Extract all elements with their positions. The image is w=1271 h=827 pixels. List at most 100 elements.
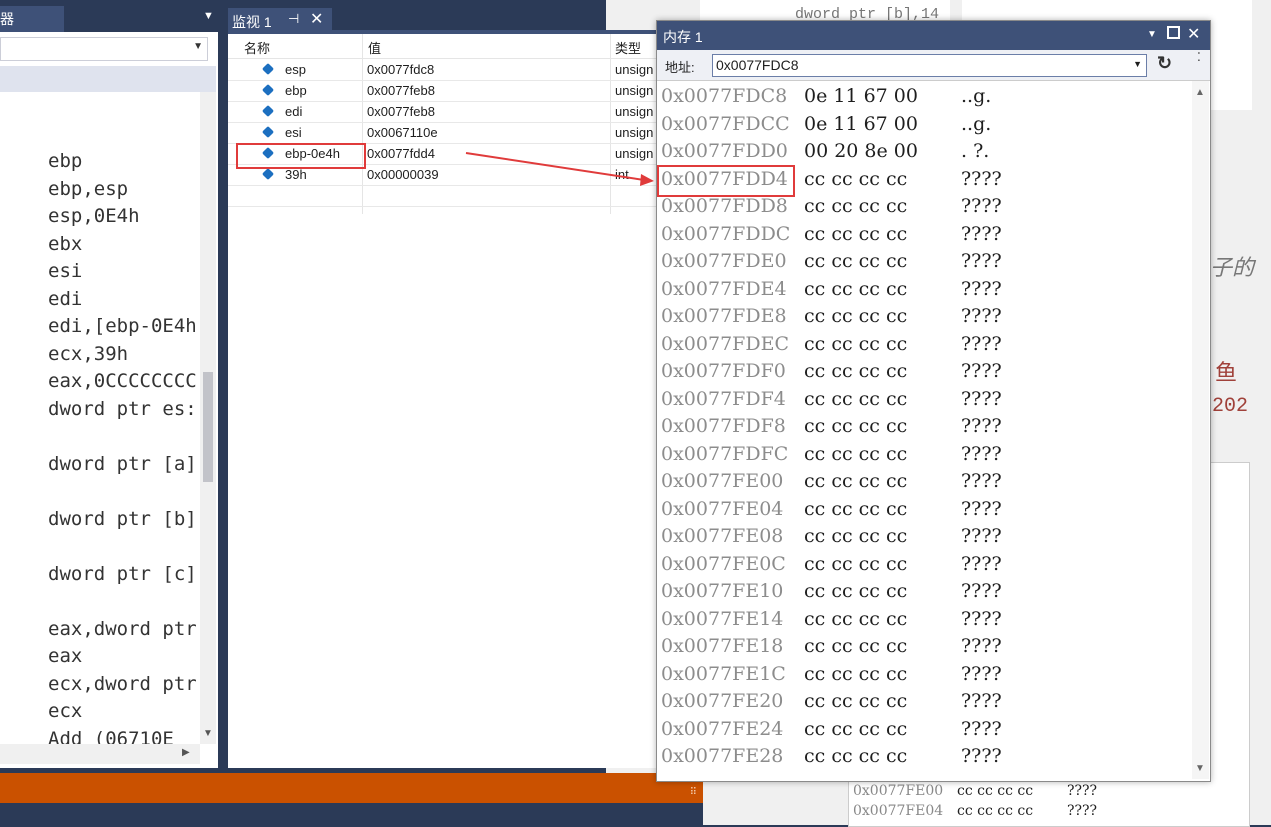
memory-row[interactable]: 0x0077FE20 cc cc cc cc???? <box>661 690 1191 717</box>
scroll-down-icon[interactable]: ▼ <box>1195 763 1205 774</box>
memory-address: 0x0077FDF0 <box>661 360 786 382</box>
address-input[interactable]: 0x0077FDC8 ▼ <box>712 54 1147 77</box>
memory-chars: ???? <box>961 277 1002 300</box>
memory-bytes[interactable]: cc cc cc cc <box>804 168 907 190</box>
memory-bytes[interactable]: cc cc cc cc <box>804 498 907 520</box>
memory-row[interactable]: 0x0077FE0C cc cc cc cc???? <box>661 553 1191 580</box>
memory-chars: ???? <box>961 662 1002 685</box>
memory-chars: ???? <box>961 607 1002 630</box>
memory-address: 0x0077FDE0 <box>661 250 787 272</box>
memory-address: 0x0077FE00 <box>661 470 784 492</box>
memory-address: 0x0077FDD8 <box>661 195 788 217</box>
memory-row[interactable]: 0x0077FE24 cc cc cc cc???? <box>661 718 1191 745</box>
memory-chars: ???? <box>961 525 1002 547</box>
memory-bytes[interactable]: cc cc cc cc <box>804 580 907 602</box>
memory-row[interactable]: 0x0077FE10 cc cc cc cc???? <box>661 580 1191 607</box>
memory-bytes[interactable]: cc cc cc cc <box>804 195 907 217</box>
overflow-icon[interactable]: ⁚ <box>1197 50 1201 64</box>
memory-address: 0x0077FE04 <box>661 497 784 520</box>
memory-row[interactable]: 0x0077FE14 cc cc cc cc???? <box>661 608 1191 635</box>
memory-window: 内存 1 ▼ ✕ 地址: 0x0077FDC8 ▼ ↻ ⁚ 0x0077FDC8… <box>656 20 1211 782</box>
memory-address: 0x0077FDE8 <box>661 305 787 327</box>
memory-bytes[interactable]: cc cc cc cc <box>804 305 907 327</box>
memory-row[interactable]: 0x0077FDF8 cc cc cc cc???? <box>661 415 1191 442</box>
memory-address: 0x0077FE1C <box>661 662 786 685</box>
memory-bytes[interactable]: cc cc cc cc <box>804 360 907 382</box>
memory-row[interactable]: 0x0077FDF0 cc cc cc cc???? <box>661 360 1191 387</box>
chevron-down-icon[interactable]: ▼ <box>1133 59 1142 69</box>
memory-bytes[interactable]: cc cc cc cc <box>804 333 907 355</box>
memory-chars: ???? <box>961 250 1002 272</box>
memory-bytes[interactable]: cc cc cc cc <box>804 250 907 272</box>
memory-row[interactable]: 0x0077FE28 cc cc cc cc???? <box>661 745 1191 772</box>
memory-chars: ???? <box>961 745 1002 767</box>
memory-row[interactable]: 0x0077FDE4 cc cc cc cc???? <box>661 278 1191 305</box>
memory-chars: ???? <box>961 497 1002 520</box>
memory-row[interactable]: 0x0077FE18 cc cc cc cc???? <box>661 635 1191 662</box>
memory-bytes[interactable]: cc cc cc cc <box>804 635 907 657</box>
memory-chars: ???? <box>961 690 1002 712</box>
memory-bytes[interactable]: cc cc cc cc <box>804 388 907 410</box>
memory-bytes[interactable]: cc cc cc cc <box>804 278 907 300</box>
memory-address: 0x0077FE08 <box>661 525 784 547</box>
memory-row[interactable]: 0x0077FE04 cc cc cc cc???? <box>661 498 1191 525</box>
bottom-chrome <box>0 803 703 825</box>
memory-chars: ???? <box>961 387 1002 410</box>
memory-row[interactable]: 0x0077FDD8 cc cc cc cc???? <box>661 195 1191 222</box>
highlight-box-memory <box>657 165 795 197</box>
memory-chars: ???? <box>961 167 1002 190</box>
memory-address: 0x0077FDDC <box>661 222 791 245</box>
refresh-icon[interactable]: ↻ <box>1157 53 1172 74</box>
memory-row[interactable]: 0x0077FDEC cc cc cc cc???? <box>661 333 1191 360</box>
memory-address: 0x0077FDEC <box>661 332 789 355</box>
memory-bytes[interactable]: cc cc cc cc <box>804 223 907 245</box>
resize-grip-icon[interactable]: ⠿ <box>690 787 697 798</box>
memory-chars: ???? <box>961 195 1002 217</box>
memory-chars: ???? <box>961 415 1002 437</box>
memory-bytes[interactable]: cc cc cc cc <box>804 443 907 465</box>
memory-address: 0x0077FE24 <box>661 717 784 740</box>
memory-chars: ???? <box>961 580 1002 602</box>
address-input-value: 0x0077FDC8 <box>716 57 799 73</box>
memory-bytes[interactable]: cc cc cc cc <box>804 690 907 712</box>
memory-chars: ???? <box>961 470 1002 492</box>
memory-address: 0x0077FE10 <box>661 580 784 602</box>
memory-bytes[interactable]: 0e 11 67 00 <box>804 113 918 135</box>
memory-chars: . ?. <box>961 140 990 162</box>
memory-bytes[interactable]: cc cc cc cc <box>804 663 907 685</box>
memory-address: 0x0077FE14 <box>661 607 784 630</box>
memory-bytes[interactable]: 0e 11 67 00 <box>804 85 918 107</box>
memory-chars: ???? <box>961 332 1002 355</box>
memory-row[interactable]: 0x0077FE1C cc cc cc cc???? <box>661 663 1191 690</box>
memory-address: 0x0077FE0C <box>661 552 786 575</box>
memory-address: 0x0077FE18 <box>661 635 784 657</box>
memory-row[interactable]: 0x0077FDE0 cc cc cc cc???? <box>661 250 1191 277</box>
memory-row[interactable]: 0x0077FDF4 cc cc cc cc???? <box>661 388 1191 415</box>
memory-row[interactable]: 0x0077FDDC cc cc cc cc???? <box>661 223 1191 250</box>
chevron-down-icon[interactable]: ▼ <box>1147 29 1157 40</box>
memory-row[interactable]: 0x0077FE08 cc cc cc cc???? <box>661 525 1191 552</box>
memory-bytes[interactable]: cc cc cc cc <box>804 718 907 740</box>
memory-bytes[interactable]: cc cc cc cc <box>804 553 907 575</box>
memory-bytes[interactable]: cc cc cc cc <box>804 415 907 437</box>
memory-bytes[interactable]: cc cc cc cc <box>804 745 907 767</box>
memory-chars: ???? <box>961 442 1002 465</box>
memory-row[interactable]: 0x0077FE00 cc cc cc cc???? <box>661 470 1191 497</box>
memory-bytes[interactable]: cc cc cc cc <box>804 470 907 492</box>
memory-row[interactable]: 0x0077FDFC cc cc cc cc???? <box>661 443 1191 470</box>
scroll-up-icon[interactable]: ▲ <box>1195 87 1205 98</box>
memory-bytes[interactable]: cc cc cc cc <box>804 525 907 547</box>
memory-row[interactable]: 0x0077FDD0 00 20 8e 00 . ?. <box>661 140 1191 167</box>
memory-bytes[interactable]: 00 20 8e 00 <box>804 140 918 162</box>
memory-address: 0x0077FDCC <box>661 112 790 135</box>
memory-bytes[interactable]: cc cc cc cc <box>804 608 907 630</box>
memory-row[interactable]: 0x0077FDCC 0e 11 67 00 ..g. <box>661 113 1191 140</box>
memory-address: 0x0077FDD0 <box>661 140 788 162</box>
memory-title: 内存 1 <box>663 29 703 45</box>
memory-row[interactable]: 0x0077FDC8 0e 11 67 00 ..g. <box>661 85 1191 112</box>
memory-vertical-scrollbar[interactable]: ▲ ▼ <box>1192 81 1209 779</box>
maximize-icon[interactable] <box>1167 26 1180 39</box>
memory-chars: ???? <box>961 635 1002 657</box>
close-icon[interactable]: ✕ <box>1187 24 1200 44</box>
memory-row[interactable]: 0x0077FDE8 cc cc cc cc???? <box>661 305 1191 332</box>
